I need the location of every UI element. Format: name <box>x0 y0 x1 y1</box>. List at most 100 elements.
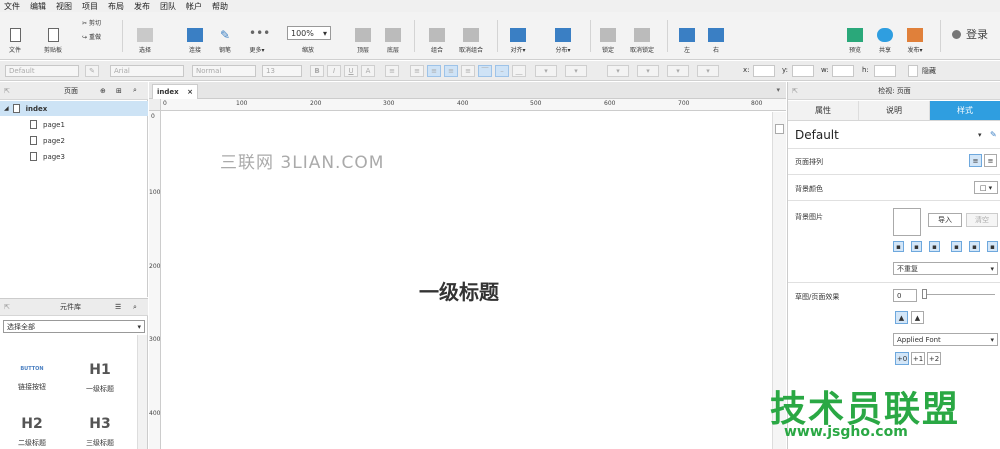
line-style-button[interactable]: ▾ <box>667 65 689 77</box>
menu-account[interactable]: 帐户 <box>186 1 202 12</box>
preview-button[interactable]: 预览 <box>844 12 866 60</box>
bring-to-top-button[interactable]: 顶层 <box>352 12 374 60</box>
tab-properties[interactable]: 属性 <box>788 101 859 120</box>
align-center-text-button[interactable]: ≡ <box>427 65 441 77</box>
menu-layout[interactable]: 布局 <box>108 1 124 12</box>
search-icon[interactable]: ⌕ <box>133 86 137 95</box>
x-input[interactable] <box>753 65 775 77</box>
collapse-icon[interactable]: ⇱ <box>792 87 798 95</box>
italic-button[interactable]: I <box>327 65 341 77</box>
widget-link-button[interactable]: BUTTON 链接按钮 <box>2 366 62 392</box>
page-item-page3[interactable]: page3 <box>0 149 148 164</box>
w-input[interactable] <box>832 65 854 77</box>
redo-button[interactable]: ↪ 重做 <box>82 32 101 41</box>
ungroup-button[interactable]: 取消组合 <box>455 12 487 60</box>
text-color-button[interactable]: A <box>361 65 375 77</box>
image-color-icon[interactable]: ▲ <box>895 311 908 324</box>
file-button[interactable]: 文件 <box>4 12 26 60</box>
tab-notes[interactable]: 说明 <box>859 101 930 120</box>
list-button[interactable]: ≡ <box>385 65 399 77</box>
more-tools-button[interactable]: ••• 更多▾ <box>242 12 272 60</box>
image-gray-icon[interactable]: ▲ <box>911 311 924 324</box>
justify-text-button[interactable]: ≡ <box>461 65 475 77</box>
bg-pos-top-center[interactable]: ▪ <box>911 241 922 252</box>
valign-bottom-button[interactable]: ⎽ <box>512 65 526 77</box>
add-page-icon[interactable]: ⊕ <box>100 87 106 95</box>
font-select[interactable]: Arial <box>110 65 184 77</box>
publish-button[interactable]: 发布▾ <box>902 12 928 60</box>
lock-button[interactable]: 锁定 <box>597 12 619 60</box>
horizontal-ruler[interactable]: 0 100 200 300 400 500 600 700 800 <box>161 99 786 111</box>
bg-color-picker[interactable]: □ ▾ <box>974 181 998 194</box>
font-size-plus2-button[interactable]: +2 <box>927 352 941 365</box>
style-edit-icon[interactable]: ✎ <box>85 65 99 77</box>
chevron-down-icon[interactable]: ▾ <box>776 86 780 94</box>
canvas-scrollbar[interactable] <box>772 112 786 449</box>
zoom-select[interactable]: 100% ▾ <box>287 26 331 40</box>
menu-view[interactable]: 视图 <box>56 1 72 12</box>
shadow-button[interactable]: ▾ <box>565 65 587 77</box>
menu-project[interactable]: 项目 <box>82 1 98 12</box>
expand-arrow-icon[interactable]: ◢ <box>4 105 9 112</box>
line-color-button[interactable]: ▾ <box>607 65 629 77</box>
align-left-page-button[interactable]: ≡ <box>969 154 982 167</box>
pen-tool[interactable]: ✎ 钢笔 <box>212 12 238 60</box>
menu-help[interactable]: 帮助 <box>212 1 228 12</box>
repeat-select[interactable]: 不重复 ▾ <box>893 262 998 275</box>
menu-edit[interactable]: 编辑 <box>30 1 46 12</box>
bg-pos-middle-center[interactable]: ▪ <box>969 241 980 252</box>
add-folder-icon[interactable]: ⊞ <box>116 87 122 95</box>
y-input[interactable] <box>792 65 814 77</box>
line-width-button[interactable]: ▾ <box>637 65 659 77</box>
menu-team[interactable]: 团队 <box>160 1 176 12</box>
send-to-bottom-button[interactable]: 底层 <box>382 12 404 60</box>
collapse-icon[interactable]: ⇱ <box>4 303 10 311</box>
underline-button[interactable]: U <box>344 65 358 77</box>
left-pane-button[interactable]: 左 <box>677 12 697 60</box>
search-icon[interactable]: ⌕ <box>133 303 137 312</box>
menu-file[interactable]: 文件 <box>4 1 20 12</box>
style-select[interactable]: Default <box>5 65 79 77</box>
sketch-value-input[interactable]: 0 <box>893 289 917 302</box>
align-right-text-button[interactable]: ≡ <box>444 65 458 77</box>
bold-button[interactable]: B <box>310 65 324 77</box>
font-size-select[interactable]: 13 <box>262 65 302 77</box>
import-button[interactable]: 导入 <box>928 213 962 227</box>
bg-pos-top-right[interactable]: ▪ <box>929 241 940 252</box>
share-button[interactable]: 共享 <box>874 12 896 60</box>
h-input[interactable] <box>874 65 896 77</box>
widget-heading1[interactable]: H1 一级标题 <box>70 362 130 394</box>
collapse-icon[interactable]: ⇱ <box>4 87 10 95</box>
bg-pos-top-left[interactable]: ▪ <box>893 241 904 252</box>
font-size-plus1-button[interactable]: +1 <box>911 352 925 365</box>
clipboard-button[interactable]: 剪贴板 <box>38 12 68 60</box>
align-button[interactable]: 对齐▾ <box>505 12 531 60</box>
tab-style[interactable]: 样式 <box>930 101 1000 120</box>
scroll-thumb[interactable] <box>775 124 784 134</box>
page-item-page2[interactable]: page2 <box>0 133 148 148</box>
clear-button[interactable]: 清空 <box>966 213 998 227</box>
close-icon[interactable]: × <box>187 88 193 96</box>
widget-heading2[interactable]: H2 二级标题 <box>2 416 62 448</box>
sketch-slider-thumb[interactable] <box>922 289 927 299</box>
library-select[interactable]: 选择全部 ▾ <box>3 320 145 333</box>
edit-style-icon[interactable]: ✎ <box>990 130 997 139</box>
sketch-slider-track[interactable] <box>923 294 995 295</box>
group-button[interactable]: 组合 <box>425 12 449 60</box>
connect-tool[interactable]: 连接 <box>182 12 208 60</box>
select-tool[interactable]: 选择 <box>132 12 158 60</box>
page-item-index[interactable]: ◢ index <box>0 101 148 116</box>
align-center-page-button[interactable]: ≡ <box>984 154 997 167</box>
menu-publish[interactable]: 发布 <box>134 1 150 12</box>
right-pane-button[interactable]: 右 <box>706 12 726 60</box>
fill-color-button[interactable]: ▾ <box>535 65 557 77</box>
font-weight-select[interactable]: Normal <box>192 65 256 77</box>
cut-button[interactable]: ✂ 剪切 <box>82 18 101 27</box>
hidden-checkbox[interactable] <box>908 65 918 77</box>
canvas-heading1[interactable]: 一级标题 <box>419 276 499 305</box>
tab-index[interactable]: index × <box>152 84 198 99</box>
align-left-text-button[interactable]: ≡ <box>410 65 424 77</box>
bg-pos-middle-right[interactable]: ▪ <box>987 241 998 252</box>
distribute-button[interactable]: 分布▾ <box>550 12 576 60</box>
valign-middle-button[interactable]: – <box>495 65 509 77</box>
